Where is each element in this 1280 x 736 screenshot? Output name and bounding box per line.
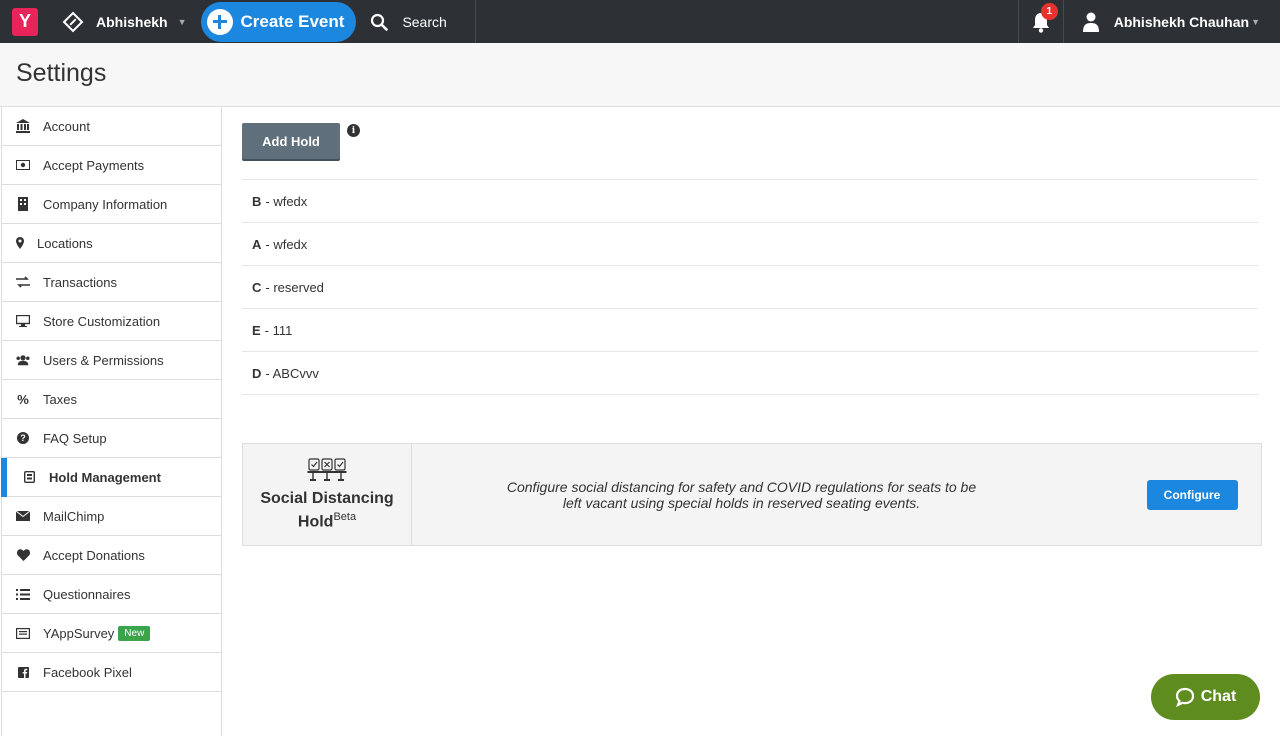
create-event-label: Create Event (240, 11, 345, 31)
sidebar-item-mailchimp[interactable]: MailChimp (2, 497, 221, 536)
map-marker-icon (16, 236, 24, 250)
org-name: Abhishekh (96, 13, 168, 30)
hold-icon (22, 470, 36, 484)
sidebar-item-label: Accept Donations (43, 547, 145, 563)
hold-name: - wfedx (265, 193, 308, 209)
social-distancing-panel: Social Distancing HoldBeta Configure soc… (242, 443, 1262, 546)
hold-code: B (252, 193, 262, 209)
desktop-icon (16, 314, 30, 328)
bank-icon (16, 119, 30, 133)
plus-icon (206, 8, 233, 35)
social-distancing-heading: Social Distancing HoldBeta (243, 444, 412, 545)
sidebar-item-account[interactable]: Account (2, 107, 221, 146)
page-header: Settings (0, 43, 1280, 107)
ticket-icon (62, 11, 84, 32)
sidebar-item-label: Accept Payments (43, 157, 145, 173)
social-distancing-title: Social Distancing HoldBeta (243, 489, 411, 531)
sidebar-item-label: Company Information (43, 196, 168, 212)
sidebar-item-label: YAppSurvey (43, 625, 115, 641)
hold-name: - 111 (264, 322, 293, 338)
new-badge: New (118, 625, 151, 641)
sidebar-item-label: Transactions (43, 274, 117, 290)
sidebar-item-label: Hold Management (49, 469, 161, 485)
percent-icon: % (17, 391, 29, 407)
configure-button[interactable]: Configure (1146, 479, 1238, 510)
question-circle-icon: ? (16, 431, 30, 445)
sidebar-item-yappsurvey[interactable]: YAppSurvey New (2, 614, 221, 653)
list-item[interactable]: C - reserved (242, 266, 1258, 309)
search-icon (371, 13, 389, 31)
top-navbar: Y Abhishekh ▼ Create Event Search 1 Abhi… (0, 0, 1280, 43)
hold-name: - ABCvvv (265, 365, 319, 381)
sidebar-item-label: Questionnaires (43, 586, 131, 602)
org-switcher[interactable]: Abhishekh ▼ (62, 0, 201, 43)
hold-name: - reserved (265, 279, 324, 295)
sidebar-item-faq-setup[interactable]: ? FAQ Setup (2, 419, 221, 458)
sidebar-item-taxes[interactable]: % Taxes (2, 380, 221, 419)
sidebar-item-label: Taxes (43, 391, 77, 407)
user-name: Abhishekh Chauhan (1113, 13, 1250, 30)
sidebar-item-label: MailChimp (43, 508, 105, 524)
sidebar-item-accept-donations[interactable]: Accept Donations (2, 536, 221, 575)
envelope-icon (16, 509, 30, 523)
list-item[interactable]: E - 111 (242, 309, 1258, 352)
info-icon[interactable]: i (347, 124, 360, 137)
money-icon (16, 158, 30, 172)
sidebar-item-accept-payments[interactable]: Accept Payments (2, 146, 221, 185)
sidebar-item-company-information[interactable]: Company Information (2, 185, 221, 224)
sidebar-item-locations[interactable]: Locations (2, 224, 221, 263)
sidebar-item-users-permissions[interactable]: Users & Permissions (2, 341, 221, 380)
sidebar-item-transactions[interactable]: Transactions (2, 263, 221, 302)
user-icon (1082, 12, 1099, 32)
user-menu[interactable]: Abhishekh Chauhan ▼ (1064, 0, 1280, 43)
hold-code: D (252, 365, 262, 381)
sidebar-item-label: Account (43, 118, 90, 134)
chevron-down-icon: ▼ (1251, 16, 1260, 27)
hold-code: A (252, 236, 262, 252)
chat-button[interactable]: Chat (1151, 674, 1260, 720)
list-item[interactable]: A - wfedx (242, 223, 1258, 266)
list-icon (16, 587, 30, 601)
search-button[interactable]: Search (356, 0, 477, 43)
hold-list: B - wfedx A - wfedx C - reserved E - 111… (242, 179, 1258, 395)
social-distancing-description: Configure social distancing for safety a… (506, 478, 977, 511)
sidebar-item-questionnaires[interactable]: Questionnaires (2, 575, 221, 614)
hold-code: C (252, 279, 262, 295)
seats-icon (307, 458, 347, 482)
settings-sidebar: Account Accept Payments Company Informat… (1, 107, 222, 736)
sidebar-item-hold-management[interactable]: Hold Management (1, 458, 221, 497)
page-title: Settings (16, 59, 107, 87)
sidebar-item-label: Users & Permissions (43, 352, 164, 368)
chat-label: Chat (1200, 688, 1237, 705)
svg-text:?: ? (20, 433, 26, 443)
chevron-down-icon: ▼ (177, 16, 187, 27)
exchange-icon (16, 275, 30, 289)
chat-bubble-icon (1175, 687, 1194, 707)
search-label: Search (402, 13, 447, 30)
notifications-button[interactable]: 1 (1017, 0, 1064, 43)
social-distancing-title-text: Social Distancing Hold (260, 490, 394, 531)
building-icon (16, 197, 30, 211)
social-distancing-actions: Configure (1141, 444, 1261, 545)
sidebar-item-label: Locations (37, 235, 93, 251)
facebook-icon (16, 665, 30, 679)
notification-badge: 1 (1040, 3, 1058, 20)
list-item[interactable]: D - ABCvvv (242, 352, 1258, 395)
survey-icon (16, 626, 30, 640)
list-item[interactable]: B - wfedx (242, 180, 1258, 223)
sidebar-item-store-customization[interactable]: Store Customization (2, 302, 221, 341)
sidebar-item-facebook-pixel[interactable]: Facebook Pixel (2, 653, 221, 692)
sidebar-item-label: Store Customization (43, 313, 161, 329)
app-logo[interactable]: Y (12, 7, 38, 36)
add-hold-button[interactable]: Add Hold (242, 123, 340, 159)
sidebar-item-label: FAQ Setup (43, 430, 107, 446)
heart-icon (16, 548, 30, 562)
sidebar-item-label: Facebook Pixel (43, 664, 132, 680)
create-event-button[interactable]: Create Event (200, 1, 357, 42)
beta-label: Beta (333, 511, 357, 524)
users-icon (16, 353, 30, 367)
hold-code: E (252, 322, 261, 338)
hold-name: - wfedx (265, 236, 308, 252)
